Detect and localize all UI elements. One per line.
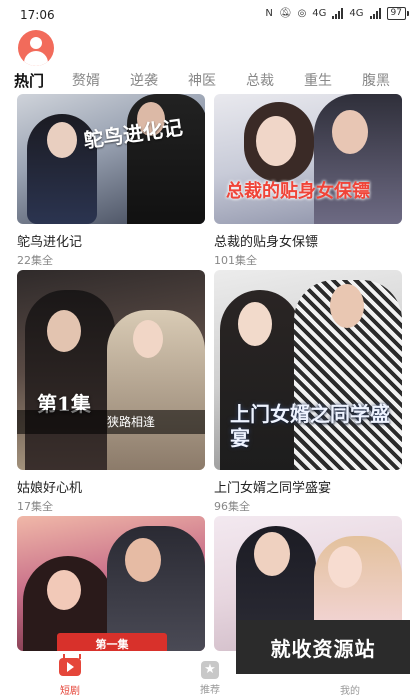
avatar-head-shape [30,37,42,49]
battery-icon: 97 [386,7,410,20]
tab-scheming[interactable]: 腹黑 [362,70,390,90]
watermark: 就收资源站 [236,620,410,674]
tab-hot[interactable]: 热门 [14,70,44,91]
drama-card[interactable]: 上门女婿之同学盛宴 上门女婿之同学盛宴 96集全 [214,270,402,514]
drama-title[interactable]: 鸵鸟进化记 [17,231,205,250]
poster-face [133,320,163,358]
drama-title[interactable]: 总裁的贴身女保镖 [214,231,402,250]
drama-title[interactable]: 上门女婿之同学盛宴 [214,477,402,496]
drama-poster[interactable]: 第1集 狭路相逢 [17,270,205,470]
drama-card[interactable]: 第一集 [17,516,205,651]
poster-caption-band: 狭路相逢 [17,410,205,434]
poster-episode-ribbon: 第一集 [57,633,167,651]
poster-caption: 狭路相逢 [106,415,155,429]
tab-miracle-doctor[interactable]: 神医 [188,70,216,90]
poster-face [47,570,81,610]
poster-title-art: 上门女婿之同学盛宴 [230,402,390,450]
nav-label: 推荐 [200,685,220,696]
poster-title-art: 总裁的贴身女保镖 [226,181,370,202]
poster-face [47,122,77,158]
tv-play-icon [59,658,81,676]
drama-poster[interactable]: 第一集 [17,516,205,651]
signal-label-a: 4G [312,8,327,19]
avatar[interactable] [18,30,54,66]
drama-card[interactable]: 总裁的贴身女保镖 总裁的贴身女保镖 101集全 [214,94,402,268]
tab-son-in-law[interactable]: 赘婿 [72,70,100,90]
poster-face [328,546,362,588]
category-tabs: 热门 赘婿 逆袭 神医 总裁 重生 腹黑 [0,68,420,92]
nav-label: 我的 [340,686,360,697]
drama-card[interactable]: 第1集 狭路相逢 姑娘好心机 17集全 [17,270,205,514]
drama-poster[interactable]: 上门女婿之同学盛宴 [214,270,402,470]
status-time: 17:06 [20,8,55,22]
drama-poster[interactable]: 总裁的贴身女保镖 [214,94,402,224]
watermark-text: 就收资源站 [270,636,376,661]
status-icons: N 🔕︎ ◎ 4G 4G 97 [265,7,410,20]
avatar-body-shape [24,51,48,66]
nav-short-drama[interactable]: 短剧 [30,658,110,697]
episode-count: 17集全 [17,500,53,513]
tab-ceo[interactable]: 总裁 [246,70,274,90]
poster-ribbon-label: 第一集 [95,638,129,651]
tab-rebirth[interactable]: 重生 [304,70,332,90]
signal-icon [332,8,344,19]
star-icon: ★ [201,661,219,679]
poster-face [254,532,290,576]
tab-comeback[interactable]: 逆袭 [130,70,158,90]
status-bar: 17:06 N 🔕︎ ◎ 4G 4G 97 [0,0,420,28]
episode-count: 22集全 [17,254,53,267]
drama-card[interactable]: 鸵鸟进化记 鸵鸟进化记 22集全 [17,94,205,268]
poster-face [332,110,368,154]
poster-face [238,302,272,346]
poster-face [125,538,161,582]
signal-icon-2 [369,8,381,19]
episode-count: 96集全 [214,500,250,513]
drama-poster[interactable]: 鸵鸟进化记 [17,94,205,224]
poster-face [330,284,364,328]
drama-title[interactable]: 姑娘好心机 [17,477,205,496]
poster-face [47,310,81,352]
episode-count: 101集全 [214,254,257,267]
nav-label: 短剧 [60,686,80,697]
mute-icon: 🔕︎ [278,8,292,19]
signal-label-b: 4G [349,8,364,19]
hotspot-icon: ◎ [297,8,307,19]
poster-face [256,116,296,166]
nfc-icon: N [265,8,273,19]
